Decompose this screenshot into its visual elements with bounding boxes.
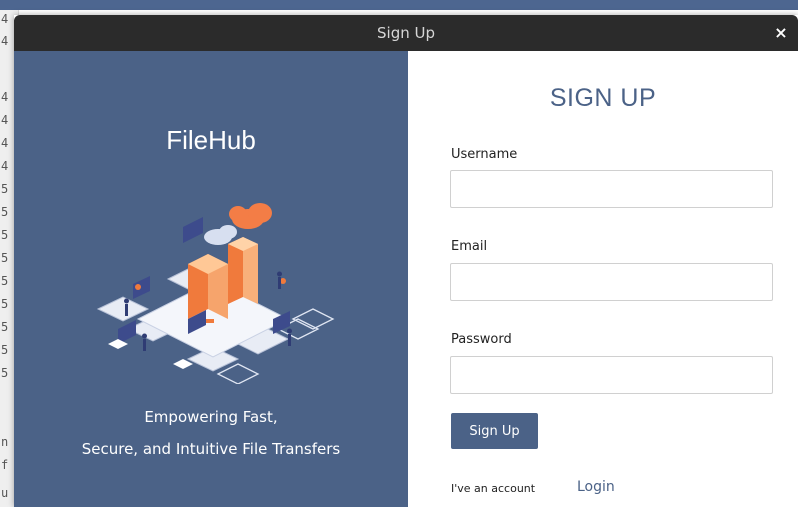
dialog-titlebar[interactable]: Sign Up × [14, 15, 798, 51]
password-input[interactable] [450, 356, 773, 394]
tagline-line2: Secure, and Intuitive File Transfers [81, 440, 341, 458]
login-link[interactable]: Login [577, 479, 615, 495]
username-label: Username [451, 147, 518, 162]
close-icon[interactable]: × [772, 24, 790, 42]
branding-panel: FileHub Empowering Fast, Secure, and Int… [14, 51, 408, 507]
cloud-transfer-illustration-icon [96, 203, 335, 384]
signup-form: SIGN UP Username Email Password Sign Up … [408, 51, 798, 507]
email-input[interactable] [450, 263, 773, 301]
dialog-title: Sign Up [377, 24, 435, 42]
tagline-line1: Empowering Fast, [144, 408, 278, 426]
sign-up-button[interactable]: Sign Up [451, 413, 538, 449]
brand-title: FileHub [166, 125, 256, 155]
signup-dialog: Sign Up × FileHub Empowering Fast, Secur… [14, 15, 798, 507]
form-title: SIGN UP [549, 84, 657, 112]
have-account-text: I've an account [451, 482, 536, 495]
password-label: Password [451, 332, 512, 347]
background-topbar [0, 0, 798, 10]
email-label: Email [451, 239, 488, 254]
username-input[interactable] [450, 170, 773, 208]
